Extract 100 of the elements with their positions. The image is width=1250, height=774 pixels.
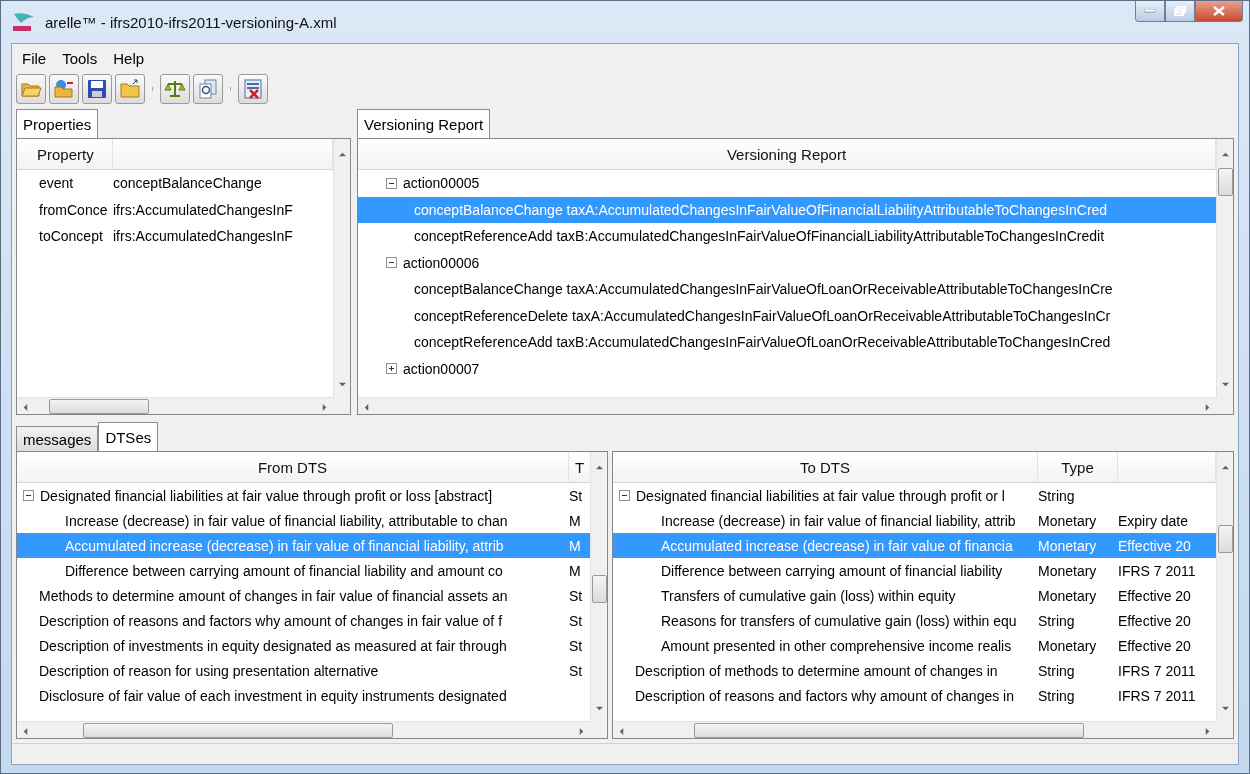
scroll-thumb[interactable] xyxy=(49,398,149,414)
scroll-up-icon[interactable] xyxy=(338,151,346,158)
tree-row[interactable]: Description of investments in equity designated as measured at fair through St xyxy=(17,633,590,658)
tree-label: Difference between carrying amount of financial liability xyxy=(661,562,1003,579)
tree-row[interactable]: Description of reasons and factors why amount of changes in String IFRS 7 2011 xyxy=(613,683,1216,708)
tree-row[interactable]: conceptReferenceAdd taxB:AccumulatedChangesInFairValueOfFinancialLiabilityAttributableToChangesInCredit xyxy=(358,223,1216,250)
scroll-thumb[interactable] xyxy=(83,722,393,738)
table-cell: String xyxy=(1038,662,1075,679)
toolbar-button[interactable] xyxy=(160,74,190,104)
tree-label: Accumulated increase (decrease) in fair value of financial liability, attrib xyxy=(65,537,504,554)
scroll-right-icon[interactable] xyxy=(1204,728,1211,735)
toolbar-button[interactable] xyxy=(238,74,268,104)
tree-row[interactable]: Description of reason for using presentation alternative St xyxy=(17,658,590,683)
tree-row[interactable]: Designated financial liabilities at fair value through profit or loss [abstract] St xyxy=(17,483,590,508)
tree-row[interactable]: Transfers of cumulative gain (loss) within equity Monetary Effective 20 xyxy=(613,583,1216,608)
minimize-button[interactable] xyxy=(1135,1,1165,22)
scroll-right-icon[interactable] xyxy=(321,404,328,411)
tree-row[interactable]: Methods to determine amount of changes in fair value of financial assets an St xyxy=(17,583,590,608)
vertical-scrollbar[interactable] xyxy=(590,452,607,721)
horizontal-scrollbar[interactable] xyxy=(358,397,1216,414)
tree-row[interactable]: Difference between carrying amount of financial liability Monetary IFRS 7 2011 xyxy=(613,558,1216,583)
scroll-left-icon[interactable] xyxy=(618,728,625,735)
tree-label: Description of methods to determine amount of changes in xyxy=(635,662,998,679)
tree-row[interactable]: action00005 xyxy=(358,170,1216,197)
table-cell: St xyxy=(569,662,583,679)
scroll-down-icon[interactable] xyxy=(1221,705,1229,712)
table-cell: M xyxy=(569,562,581,579)
toolbar-button[interactable] xyxy=(193,74,223,104)
table-cell: Monetary xyxy=(1038,512,1097,529)
tree-label: action00005 xyxy=(403,175,480,192)
tab[interactable]: messages xyxy=(16,426,99,451)
column-header[interactable]: To DTS xyxy=(613,452,1038,482)
tree-row[interactable]: Amount presented in other comprehensive income realis Monetary Effective 20 xyxy=(613,633,1216,658)
property-name: fromConce xyxy=(39,201,108,218)
tree-row[interactable]: Reasons for transfers of cumulative gain (loss) within equ String Effective 20 xyxy=(613,608,1216,633)
scroll-left-icon[interactable] xyxy=(22,728,29,735)
toolbar-button[interactable] xyxy=(82,74,112,104)
toolbar-button[interactable] xyxy=(49,74,79,104)
tree-label: Difference between carrying amount of financial liability and amount co xyxy=(65,562,503,579)
scroll-thumb[interactable] xyxy=(1217,525,1233,553)
menu-item[interactable]: File xyxy=(16,49,53,67)
table-cell: Monetary xyxy=(1038,637,1097,654)
collapse-icon[interactable] xyxy=(386,177,397,189)
tree-label: Increase (decrease) in fair value of financial liability, attributable to chan xyxy=(65,512,508,529)
collapse-icon[interactable] xyxy=(619,490,630,501)
tree-row[interactable]: conceptBalanceChange taxA:AccumulatedChangesInFairValueOfLoanOrReceivableAttributableToChangesInCre xyxy=(358,276,1216,303)
tree-row[interactable]: Designated financial liabilities at fair value through profit or l String xyxy=(613,483,1216,508)
column-header[interactable]: Type xyxy=(1038,452,1118,482)
property-value: conceptBalanceChange xyxy=(113,175,262,192)
tree-row[interactable]: action00007 xyxy=(358,355,1216,382)
scroll-right-icon[interactable] xyxy=(578,728,585,735)
globe-folder-icon xyxy=(53,78,75,100)
property-value: ifrs:AccumulatedChangesInF xyxy=(113,201,293,218)
tree-row[interactable]: Increase (decrease) in fair value of financial liability, attrib Monetary Expiry date xyxy=(613,508,1216,533)
scroll-up-icon[interactable] xyxy=(595,464,603,471)
scroll-down-icon[interactable] xyxy=(1221,381,1229,388)
collapse-icon[interactable] xyxy=(386,257,397,269)
horizontal-scrollbar[interactable] xyxy=(17,721,590,738)
vertical-scrollbar[interactable] xyxy=(1216,139,1233,397)
collapse-icon[interactable] xyxy=(23,490,34,501)
tree-row[interactable]: Increase (decrease) in fair value of financial liability, attributable to chan M xyxy=(17,508,590,533)
tree-row[interactable]: Description of methods to determine amount of changes in String IFRS 7 2011 xyxy=(613,658,1216,683)
table-cell: String xyxy=(1038,687,1075,704)
tree-row[interactable]: conceptReferenceAdd taxB:AccumulatedChangesInFairValueOfLoanOrReceivableAttributableToChangesInCred xyxy=(358,329,1216,356)
scroll-down-icon[interactable] xyxy=(338,381,346,388)
scroll-thumb[interactable] xyxy=(1217,168,1233,196)
menu-item[interactable]: Tools xyxy=(56,49,104,67)
column-header[interactable]: From DTS xyxy=(17,452,569,482)
table-cell: Effective 20 xyxy=(1118,612,1191,629)
scroll-right-icon[interactable] xyxy=(1204,404,1211,411)
table-cell: Effective 20 xyxy=(1118,587,1191,604)
tree-label: Disclosure of fair value of each investment in equity instruments designated xyxy=(39,687,507,704)
expand-icon[interactable] xyxy=(386,363,397,375)
close-button[interactable] xyxy=(1195,1,1243,22)
table-cell: Monetary xyxy=(1038,587,1097,604)
tree-row[interactable]: action00006 xyxy=(358,249,1216,276)
scroll-left-icon[interactable] xyxy=(22,404,29,411)
tree-label: conceptReferenceAdd taxB:AccumulatedChangesInFairValueOfFinancialLiabilityAttributableToChangesInCredit xyxy=(414,228,1105,245)
horizontal-scrollbar[interactable] xyxy=(17,397,333,414)
tab[interactable]: DTSes xyxy=(98,422,159,451)
vertical-scrollbar[interactable] xyxy=(1216,452,1233,721)
tab[interactable]: Properties xyxy=(16,109,99,138)
vertical-scrollbar[interactable] xyxy=(333,139,350,397)
tree-label: Methods to determine amount of changes in fair value of financial assets an xyxy=(39,587,508,604)
window-title: arelle™ - ifrs2010-ifrs2011-versioning-A.xml xyxy=(45,13,338,31)
horizontal-scrollbar[interactable] xyxy=(613,721,1216,738)
scroll-thumb[interactable] xyxy=(591,575,607,603)
scroll-left-icon[interactable] xyxy=(363,404,370,411)
menu-item[interactable]: Help xyxy=(107,49,151,67)
tree-label: Description of reasons and factors why amount of changes in xyxy=(635,687,1014,704)
tree-row[interactable]: conceptReferenceDelete taxA:AccumulatedChangesInFairValueOfLoanOrReceivableAttributableToChangesInCr xyxy=(358,302,1216,329)
scroll-thumb[interactable] xyxy=(694,722,1084,738)
scroll-up-icon[interactable] xyxy=(1221,464,1229,471)
tab[interactable]: Versioning Report xyxy=(357,109,491,138)
scroll-down-icon[interactable] xyxy=(595,705,603,712)
restore-button[interactable] xyxy=(1165,1,1195,22)
tree-row[interactable]: Description of reasons and factors why amount of changes in fair value of f St xyxy=(17,608,590,633)
tree-row[interactable]: Disclosure of fair value of each investment in equity instruments designated xyxy=(17,683,590,708)
tree-row[interactable]: Difference between carrying amount of financial liability and amount co M xyxy=(17,558,590,583)
scroll-up-icon[interactable] xyxy=(1221,151,1229,158)
